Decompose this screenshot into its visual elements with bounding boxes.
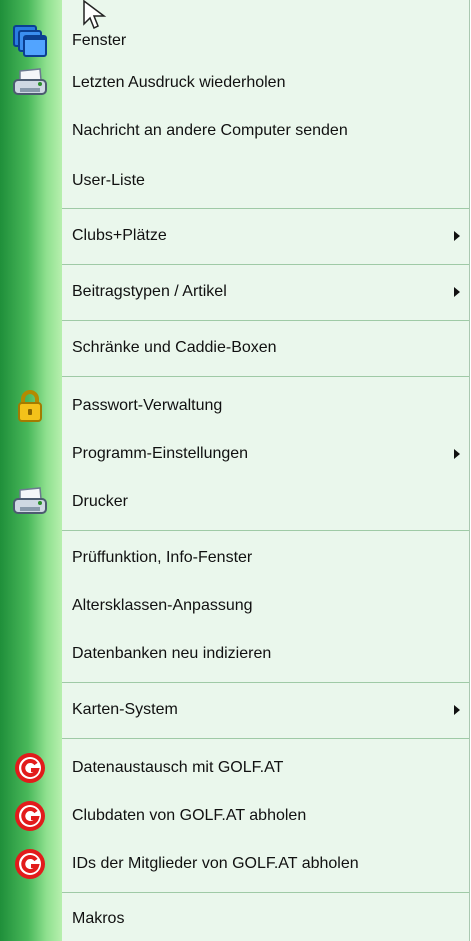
menu-item-label: Letzten Ausdruck wiederholen	[72, 74, 286, 91]
menu-separator	[62, 376, 469, 377]
printer-icon	[10, 65, 50, 101]
menu-separator	[62, 208, 469, 209]
golf-at-icon	[10, 750, 50, 786]
menu-item-datenaustausch-golf-at[interactable]: Datenaustausch mit GOLF.AT	[0, 750, 469, 786]
printer-icon	[10, 484, 50, 520]
menu-item-user-liste[interactable]: User-Liste	[0, 163, 469, 199]
padlock-icon	[10, 388, 50, 424]
submenu-arrow-icon	[454, 231, 460, 241]
menu-item-label: IDs der Mitglieder von GOLF.AT abholen	[72, 855, 359, 872]
menu-item-fenster[interactable]: Fenster	[0, 23, 469, 59]
menu-item-label: Nachricht an andere Computer senden	[72, 122, 348, 139]
menu-item-label: Datenaustausch mit GOLF.AT	[72, 759, 284, 776]
menu-item-passwort-verwaltung[interactable]: Passwort-Verwaltung	[0, 388, 469, 424]
menu-item-datenbanken-neu-indizieren[interactable]: Datenbanken neu indizieren	[0, 636, 469, 672]
menu-separator	[62, 682, 469, 683]
menu-item-schraenke-caddie-boxen[interactable]: Schränke und Caddie-Boxen	[0, 330, 469, 366]
menu-item-label: Clubdaten von GOLF.AT abholen	[72, 807, 307, 824]
menu-item-nachricht-an-andere-computer[interactable]: Nachricht an andere Computer senden	[0, 113, 469, 149]
menu-item-altersklassen-anpassung[interactable]: Altersklassen-Anpassung	[0, 588, 469, 624]
menu-item-label: Passwort-Verwaltung	[72, 397, 223, 414]
menu-separator	[62, 738, 469, 739]
menu-item-label: Altersklassen-Anpassung	[72, 597, 253, 614]
menu-item-ids-der-mitglieder-von-golf-at[interactable]: IDs der Mitglieder von GOLF.AT abholen	[0, 846, 469, 882]
submenu-arrow-icon	[454, 287, 460, 297]
menu-item-makros[interactable]: Makros	[0, 901, 469, 937]
menu-separator	[62, 320, 469, 321]
menu-item-label: Schränke und Caddie-Boxen	[72, 339, 277, 356]
menu-item-beitragstypen-artikel[interactable]: Beitragstypen / Artikel	[0, 274, 469, 310]
menu-item-label: Datenbanken neu indizieren	[72, 645, 272, 662]
menu-separator	[62, 530, 469, 531]
menu-item-letzten-ausdruck-wiederholen[interactable]: Letzten Ausdruck wiederholen	[0, 65, 469, 101]
menu-item-label: Programm-Einstellungen	[72, 445, 249, 462]
menu-item-label: Makros	[72, 910, 125, 927]
menu-item-clubs-plaetze[interactable]: Clubs+Plätze	[0, 218, 469, 254]
menu-item-karten-system[interactable]: Karten-System	[0, 692, 469, 728]
submenu-arrow-icon	[454, 449, 460, 459]
mouse-cursor-icon	[83, 0, 107, 30]
menu-separator	[62, 892, 469, 893]
menu-item-label: Prüffunktion, Info-Fenster	[72, 549, 253, 566]
context-menu: Fenster Letzten Ausdruck wiederholen Nac…	[0, 0, 470, 941]
menu-item-label: Drucker	[72, 493, 129, 510]
golf-at-icon	[10, 798, 50, 834]
menu-separator	[62, 264, 469, 265]
menu-item-label: Beitragstypen / Artikel	[72, 283, 227, 300]
menu-item-programm-einstellungen[interactable]: Programm-Einstellungen	[0, 436, 469, 472]
menu-item-label: Karten-System	[72, 701, 178, 718]
golf-at-icon	[10, 846, 50, 882]
menu-item-label: Clubs+Plätze	[72, 227, 167, 244]
menu-item-prueffunktion-info-fenster[interactable]: Prüffunktion, Info-Fenster	[0, 540, 469, 576]
menu-item-drucker[interactable]: Drucker	[0, 484, 469, 520]
submenu-arrow-icon	[454, 705, 460, 715]
menu-item-label: User-Liste	[72, 172, 145, 189]
windows-icon	[10, 23, 50, 59]
menu-item-clubdaten-von-golf-at[interactable]: Clubdaten von GOLF.AT abholen	[0, 798, 469, 834]
